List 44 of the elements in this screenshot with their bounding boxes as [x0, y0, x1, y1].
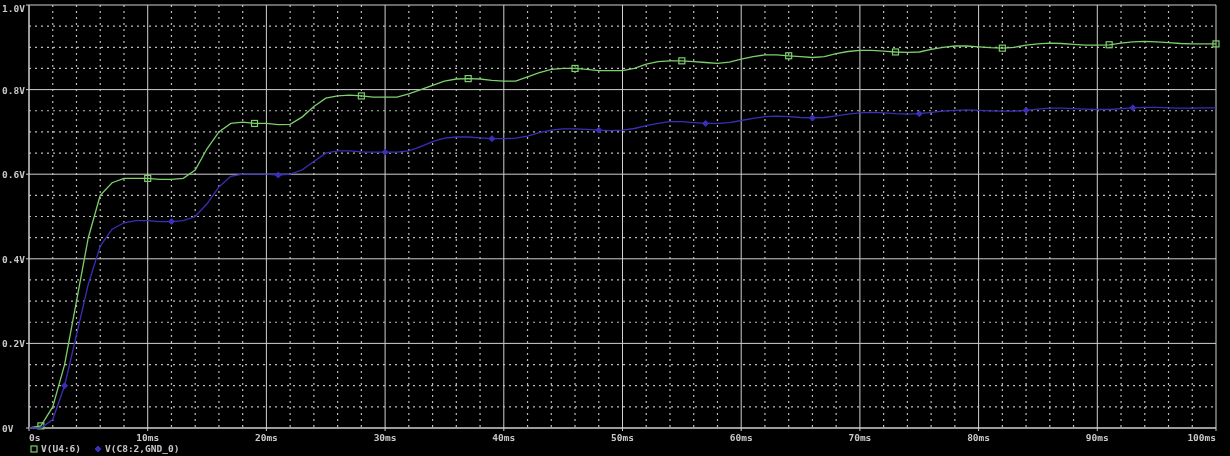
point [808, 114, 816, 122]
x-axis-label: 80ms [967, 432, 991, 443]
legend-label: V(U4:6) [41, 443, 82, 454]
x-axis-label: 100ms [1187, 432, 1216, 443]
point [464, 75, 472, 83]
point [1022, 106, 1030, 114]
point [678, 57, 686, 65]
point [37, 422, 45, 430]
point [144, 174, 152, 183]
y-axis-label: 1.0V [2, 3, 25, 14]
legend-label: V(C8:2,GND_0) [105, 443, 180, 454]
point [1105, 41, 1113, 49]
y-axis-label: 0.2V [2, 338, 25, 350]
point [167, 218, 175, 226]
point [250, 119, 259, 128]
y-axis-label: 0V [2, 423, 14, 434]
point [1212, 40, 1220, 48]
point [785, 52, 793, 60]
x-axis-label: 30ms [373, 432, 397, 443]
y-axis-label: 0.6V [2, 169, 25, 181]
point [1129, 104, 1137, 112]
y-axis-label: 0.4V [2, 253, 25, 265]
y-axis-label: 0.8V [2, 84, 25, 96]
x-axis-label: 20ms [254, 432, 278, 443]
x-axis-label: 0s [29, 432, 41, 443]
point [61, 382, 69, 390]
point [891, 48, 900, 56]
point [702, 119, 710, 127]
point [571, 64, 579, 73]
square-marker-icon [30, 445, 38, 453]
point [488, 135, 496, 143]
x-axis-label: 60ms [729, 432, 753, 443]
point [274, 171, 282, 179]
x-axis-label: 50ms [611, 432, 634, 443]
x-axis-label: 40ms [492, 432, 516, 443]
point [595, 126, 603, 134]
point [381, 148, 389, 156]
point [915, 110, 923, 118]
x-axis-label: 90ms [1085, 432, 1109, 443]
x-axis-label: 10ms [136, 432, 160, 443]
diamond-marker-icon [94, 445, 102, 453]
x-axis-label: 70ms [848, 432, 872, 443]
point [357, 92, 365, 100]
point [998, 44, 1006, 52]
